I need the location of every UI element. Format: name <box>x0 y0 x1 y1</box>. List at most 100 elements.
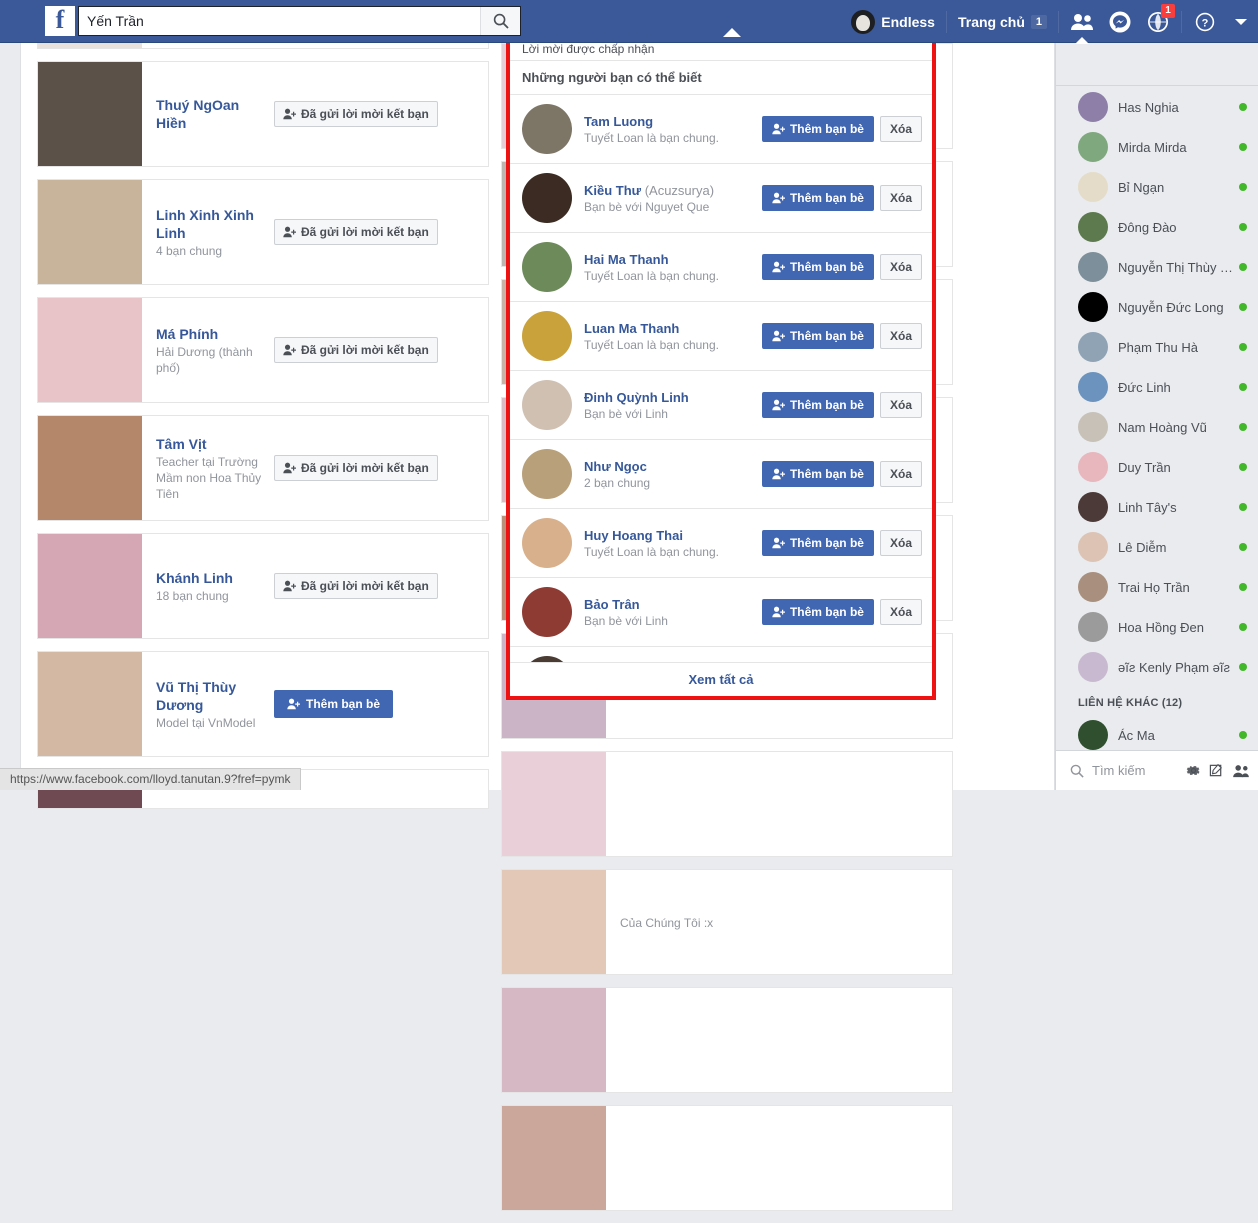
add-friend-button[interactable]: Thêm bạn bè <box>762 599 874 625</box>
nav-profile-link[interactable]: Endless <box>844 0 942 43</box>
add-friend-button[interactable]: Thêm bạn bè <box>762 461 874 487</box>
person-name[interactable]: Huy Hoang Thai <box>584 527 762 544</box>
chat-contact-row[interactable]: Lê Diễm <box>1056 527 1258 567</box>
notifications-button[interactable]: 1 <box>1139 0 1177 43</box>
search-submit-button[interactable] <box>480 7 520 35</box>
chat-contact-row[interactable]: Nguyễn Đức Long <box>1056 287 1258 327</box>
profile-photo[interactable] <box>502 752 606 856</box>
avatar[interactable] <box>522 242 572 292</box>
delete-suggestion-button[interactable]: Xóa <box>880 323 922 349</box>
add-friend-button[interactable]: Thêm bạn bè <box>762 530 874 556</box>
chat-contact-row[interactable]: Linh Tây's <box>1056 487 1258 527</box>
chat-contact-row[interactable]: Phạm Thu Hà <box>1056 327 1258 367</box>
pymk-name[interactable]: Linh Xinh Xinh Linh <box>156 206 266 242</box>
account-menu-button[interactable] <box>1224 0 1258 43</box>
help-button[interactable]: ? <box>1186 0 1224 43</box>
suggested-person-row[interactable]: Bảo TrânBạn bè với LinhThêm bạn bèXóa <box>510 578 932 647</box>
add-friend-button[interactable]: Thêm bạn bè <box>762 116 874 142</box>
profile-photo[interactable] <box>38 534 142 638</box>
add-friend-button[interactable]: Thêm bạn bè <box>762 323 874 349</box>
pymk-card[interactable] <box>501 1105 953 1211</box>
chat-contact-row[interactable]: Bỉ Ngạn <box>1056 167 1258 207</box>
request-sent-button[interactable]: Đã gửi lời mời kết bạn <box>274 455 438 481</box>
avatar[interactable] <box>522 380 572 430</box>
chat-contact-row[interactable]: Hoa Hồng Đen <box>1056 607 1258 647</box>
pymk-card[interactable]: Vũ Thị Thùy DươngModel tại VnModelThêm b… <box>37 651 489 757</box>
profile-photo[interactable] <box>38 298 142 402</box>
facebook-logo[interactable]: f <box>45 6 75 36</box>
add-friend-button[interactable]: Thêm bạn bè <box>762 392 874 418</box>
request-sent-button[interactable]: Đã gửi lời mời kết bạn <box>274 573 438 599</box>
chat-search-placeholder[interactable]: Tìm kiếm <box>1092 763 1178 778</box>
delete-suggestion-button[interactable]: Xóa <box>880 392 922 418</box>
person-name[interactable]: Đinh Quỳnh Linh <box>584 389 762 406</box>
suggested-person-row[interactable]: Kiều Thư (Acuzsurya)Bạn bè với Nguyet Qu… <box>510 164 932 233</box>
chat-contact-row[interactable]: Has Nghia <box>1056 87 1258 127</box>
chat-contact-row[interactable]: ǝĩƨ Kenly Phạm ǝĩƨ <box>1056 647 1258 687</box>
delete-suggestion-button[interactable]: Xóa <box>880 116 922 142</box>
pymk-card[interactable]: Má PhínhHải Dương (thành phố)Đã gửi lời … <box>37 297 489 403</box>
pymk-card[interactable]: Khánh Linh18 bạn chungĐã gửi lời mời kết… <box>37 533 489 639</box>
pymk-name[interactable]: Vũ Thị Thùy Dương <box>156 678 266 714</box>
person-name[interactable]: Như Ngọc <box>584 458 762 475</box>
profile-photo[interactable] <box>502 870 606 974</box>
suggested-person-row[interactable]: Hai Ma ThanhTuyết Loan là bạn chung.Thêm… <box>510 233 932 302</box>
see-all-link[interactable]: Xem tất cả <box>510 662 932 696</box>
avatar[interactable] <box>522 311 572 361</box>
friend-requests-button[interactable] <box>1063 0 1101 43</box>
avatar[interactable] <box>522 518 572 568</box>
person-name[interactable]: Hai Ma Thanh <box>584 251 762 268</box>
pymk-card[interactable]: Linh Xinh Xinh Linh4 bạn chungĐã gửi lời… <box>37 179 489 285</box>
messages-button[interactable] <box>1101 0 1139 43</box>
chat-contact-row[interactable]: Duy Trần <box>1056 447 1258 487</box>
chat-contact-row[interactable]: Ác Ma <box>1056 715 1258 750</box>
suggested-person-row[interactable]: Đinh Quỳnh LinhBạn bè với LinhThêm bạn b… <box>510 371 932 440</box>
add-friend-button[interactable]: Thêm bạn bè <box>762 185 874 211</box>
suggested-person-row[interactable]: Huy Hoang ThaiTuyết Loan là bạn chung.Th… <box>510 509 932 578</box>
chat-contact-row[interactable]: Trai Họ Trần <box>1056 567 1258 607</box>
gear-icon[interactable] <box>1186 763 1201 778</box>
new-group-icon[interactable] <box>1232 764 1249 778</box>
person-name[interactable]: Luan Ma Thanh <box>584 320 762 337</box>
profile-photo[interactable] <box>38 416 142 520</box>
person-name[interactable]: Kiều Thư (Acuzsurya) <box>584 182 762 199</box>
chat-contact-row[interactable]: Nam Hoàng Vũ <box>1056 407 1258 447</box>
avatar[interactable] <box>522 587 572 637</box>
delete-suggestion-button[interactable]: Xóa <box>880 185 922 211</box>
avatar[interactable] <box>522 449 572 499</box>
pymk-name[interactable]: Thuý NgOan Hiền <box>156 96 266 132</box>
pymk-name[interactable]: Khánh Linh <box>156 569 266 587</box>
pymk-card[interactable] <box>501 987 953 1093</box>
compose-icon[interactable] <box>1209 763 1224 778</box>
chat-contact-row[interactable]: Đông Đào <box>1056 207 1258 247</box>
request-sent-button[interactable]: Đã gửi lời mời kết bạn <box>274 101 438 127</box>
person-name[interactable]: Bảo Trân <box>584 596 762 613</box>
chat-contact-row[interactable]: Đức Linh <box>1056 367 1258 407</box>
chat-contact-row[interactable]: Mirda Mirda <box>1056 127 1258 167</box>
avatar[interactable] <box>522 104 572 154</box>
avatar[interactable] <box>522 173 572 223</box>
suggested-person-row[interactable]: Luan Ma ThanhTuyết Loan là bạn chung.Thê… <box>510 302 932 371</box>
pymk-card[interactable]: Của Chúng Tôi :x <box>501 869 953 975</box>
profile-photo[interactable] <box>38 180 142 284</box>
nav-home-link[interactable]: Trang chủ 1 <box>951 0 1054 43</box>
suggested-person-row[interactable]: Như Ngọc2 bạn chungThêm bạn bèXóa <box>510 440 932 509</box>
suggested-person-row[interactable]: Tam LuongTuyết Loan là bạn chung.Thêm bạ… <box>510 95 932 164</box>
delete-suggestion-button[interactable]: Xóa <box>880 254 922 280</box>
delete-suggestion-button[interactable]: Xóa <box>880 530 922 556</box>
delete-suggestion-button[interactable]: Xóa <box>880 599 922 625</box>
request-sent-button[interactable]: Đã gửi lời mời kết bạn <box>274 337 438 363</box>
add-friend-button[interactable]: Thêm bạn bè <box>762 254 874 280</box>
request-sent-button[interactable]: Đã gửi lời mời kết bạn <box>274 219 438 245</box>
pymk-name[interactable]: Tâm Vịt <box>156 435 266 453</box>
suggested-person-row[interactable]: Phuc ThienThêm bạn bèXóa <box>510 647 932 662</box>
search-input[interactable] <box>79 7 480 35</box>
profile-photo[interactable] <box>502 1106 606 1210</box>
chat-contact-row[interactable]: Nguyễn Thị Thùy Tâm <box>1056 247 1258 287</box>
pymk-name[interactable]: Má Phính <box>156 325 266 343</box>
add-friend-button[interactable]: Thêm bạn bè <box>274 690 393 718</box>
pymk-card[interactable]: Tâm VịtTeacher tại Trường Mầm non Hoa Th… <box>37 415 489 521</box>
profile-photo[interactable] <box>38 62 142 166</box>
profile-photo[interactable] <box>38 652 142 756</box>
profile-photo[interactable] <box>502 988 606 1092</box>
